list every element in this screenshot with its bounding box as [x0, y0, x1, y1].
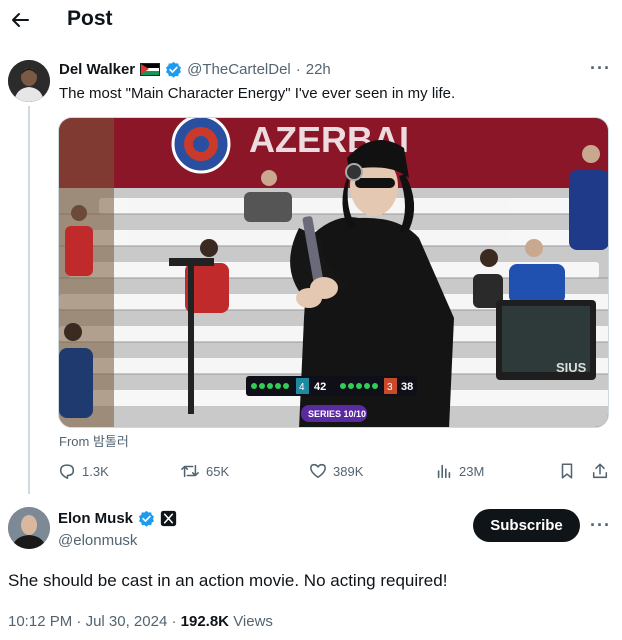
views-label: Views: [233, 613, 273, 630]
more-options-icon[interactable]: ···: [590, 58, 611, 79]
repost-count: 65K: [206, 463, 230, 479]
quoted-post-text: The most "Main Character Energy" I've ev…: [59, 85, 456, 102]
video-source-attribution[interactable]: From 밤톨러: [59, 431, 129, 450]
top-header: Post: [0, 0, 622, 40]
palestine-flag-icon: [140, 63, 161, 76]
bookmark-icon: [561, 463, 573, 479]
post-time[interactable]: 22h: [306, 61, 331, 78]
elon-musk-avatar[interactable]: [8, 507, 50, 549]
post-date[interactable]: Jul 30, 2024: [86, 613, 168, 630]
subscribe-button[interactable]: Subscribe: [473, 509, 580, 542]
dot-separator: ·: [76, 613, 86, 630]
reply-count: 1.3K: [82, 463, 109, 479]
like-button[interactable]: 389K: [309, 462, 363, 480]
thread-line: [28, 106, 30, 494]
post-time[interactable]: 10:12 PM: [8, 613, 72, 630]
page-title: Post: [67, 7, 113, 30]
elon-musk-handle[interactable]: @elonmusk: [58, 532, 137, 549]
share-button[interactable]: [591, 462, 609, 480]
elon-musk-user-row: Elon Musk: [58, 510, 177, 527]
like-count: 389K: [333, 463, 364, 479]
share-icon: [592, 463, 608, 479]
bar-chart-icon: [437, 464, 451, 479]
series-label: SERIES 10/10: [308, 409, 366, 419]
views-count: 192.8K: [180, 613, 230, 630]
arrow-left-icon: [12, 13, 29, 27]
score-right: 38: [401, 381, 413, 393]
del-walker-avatar[interactable]: [8, 60, 50, 102]
back-button[interactable]: [6, 6, 34, 34]
repost-icon: [181, 464, 199, 478]
repost-button[interactable]: 65K: [180, 462, 229, 480]
views-button[interactable]: 23M: [435, 462, 484, 480]
heart-icon: [310, 463, 326, 479]
post-meta: 10:12 PM · Jul 30, 2024 · 192.8K Views: [8, 613, 273, 630]
reply-icon: [59, 464, 75, 479]
reply-post-text: She should be cast in an action movie. N…: [8, 571, 448, 590]
del-walker-handle[interactable]: @TheCartelDel: [187, 61, 291, 78]
post-video[interactable]: AZERBAI SIUS 4 42 3 38 SERIES 10/10: [58, 117, 609, 428]
reply-button[interactable]: 1.3K: [58, 462, 109, 480]
sius-sign: SIUS: [556, 360, 587, 375]
bookmark-button[interactable]: [558, 462, 576, 480]
elon-musk-name[interactable]: Elon Musk: [58, 510, 133, 527]
views-count: 23M: [459, 463, 485, 479]
score-left-sets: 4: [299, 382, 305, 393]
verified-badge-icon: [166, 61, 182, 78]
dot-separator: ·: [171, 613, 181, 630]
x-affiliate-badge-icon[interactable]: [160, 510, 177, 527]
score-left: 42: [314, 381, 326, 393]
del-walker-user-row: Del Walker @TheCartelDel · 22h: [59, 61, 331, 78]
del-walker-name[interactable]: Del Walker: [59, 61, 135, 78]
dot-separator: ·: [295, 61, 301, 78]
action-bar: 1.3K 65K 389K 23M: [58, 462, 610, 486]
more-options-icon[interactable]: ···: [590, 515, 611, 536]
score-right-sets: 3: [387, 382, 393, 393]
verified-badge-icon: [139, 510, 154, 527]
